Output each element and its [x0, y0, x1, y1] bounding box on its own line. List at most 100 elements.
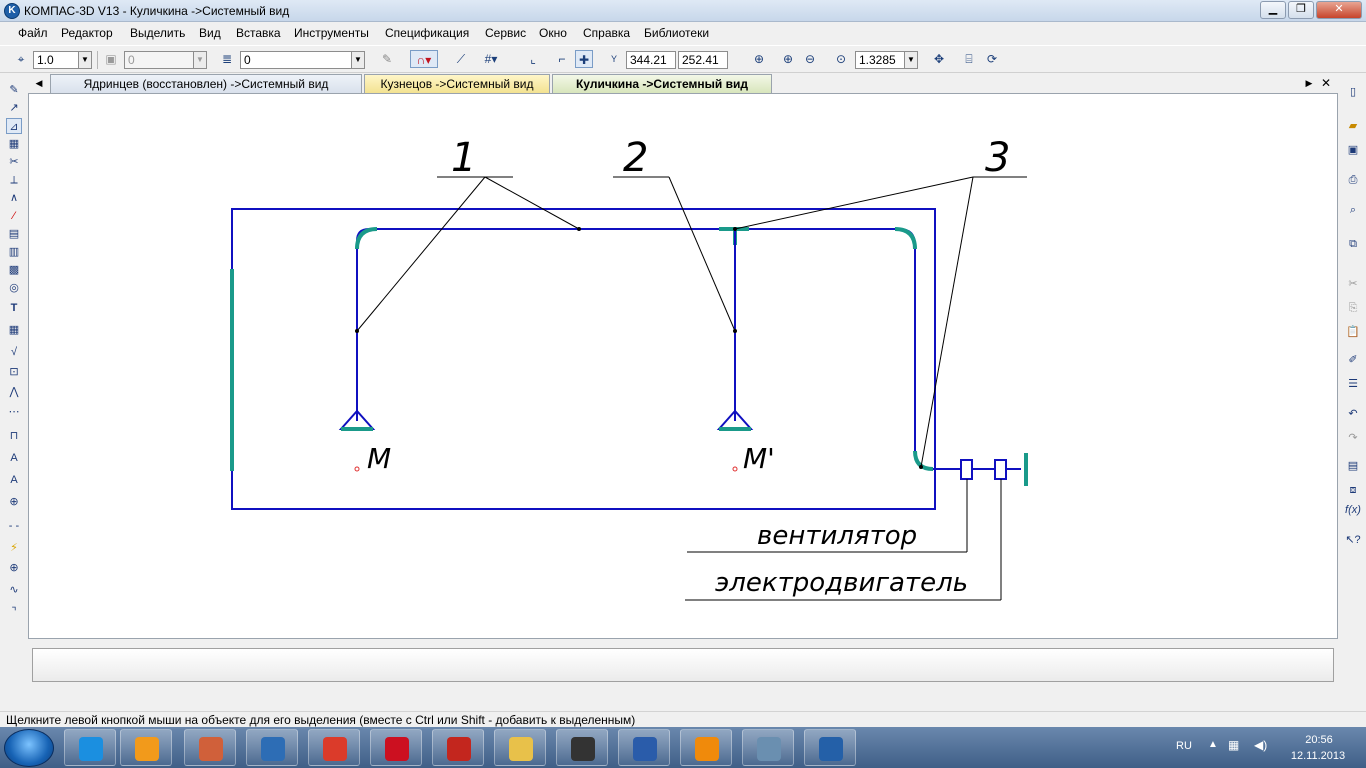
- menu-select[interactable]: Выделить: [130, 26, 185, 40]
- taskbar-calculator[interactable]: [742, 729, 794, 766]
- snap-toggle-button[interactable]: ✚: [575, 50, 593, 68]
- volume-icon[interactable]: ◀): [1254, 738, 1267, 752]
- tab-close-icon[interactable]: ✕: [1318, 74, 1334, 93]
- variables-icon[interactable]: ⧈: [1345, 482, 1361, 498]
- view-arrow-icon[interactable]: A: [6, 450, 22, 466]
- tolerance-icon[interactable]: ⋯: [6, 404, 22, 420]
- menu-service[interactable]: Сервис: [485, 26, 526, 40]
- minimize-button[interactable]: ▁: [1260, 1, 1286, 19]
- axis-icon[interactable]: A: [6, 472, 22, 488]
- menu-insert[interactable]: Вставка: [236, 26, 281, 40]
- cut-icon[interactable]: ✂: [1345, 276, 1361, 292]
- taskbar-explorer[interactable]: [494, 729, 546, 766]
- clock-time[interactable]: 20:56: [1290, 734, 1348, 746]
- print-icon[interactable]: ⎙: [1345, 172, 1361, 188]
- layer-icon[interactable]: ▣: [102, 50, 120, 68]
- snap-icon[interactable]: ⌖: [12, 50, 30, 68]
- text-icon[interactable]: T: [6, 300, 22, 316]
- tab-scroll-right-icon[interactable]: ▶: [1302, 74, 1316, 93]
- zoom-in-icon[interactable]: ⊕: [779, 50, 797, 68]
- magnet-snap-button[interactable]: ∩▾: [410, 50, 438, 68]
- language-indicator[interactable]: RU: [1176, 740, 1192, 752]
- refresh-view-icon[interactable]: ⌸: [960, 50, 978, 68]
- preview-icon[interactable]: ⌕: [1345, 202, 1361, 218]
- menu-file[interactable]: Файл: [18, 26, 48, 40]
- taskbar-media[interactable]: [120, 729, 172, 766]
- taskbar-vlc[interactable]: [680, 729, 732, 766]
- menu-view[interactable]: Вид: [199, 26, 221, 40]
- function-icon[interactable]: f(x): [1345, 502, 1361, 518]
- tab-yadrintsev[interactable]: Ядринцев (восстановлен) ->Системный вид: [50, 74, 362, 93]
- base-icon[interactable]: ⊡: [6, 364, 22, 380]
- parametrization-icon[interactable]: ⟂: [6, 172, 22, 188]
- local-cs-icon[interactable]: ⌞: [524, 50, 542, 68]
- undo-icon[interactable]: ↶: [1345, 406, 1361, 422]
- position-icon[interactable]: ⊕: [6, 494, 22, 510]
- hatch-icon[interactable]: - -: [6, 518, 22, 534]
- wave-line-icon[interactable]: ∿: [6, 582, 22, 598]
- line-width-dropdown[interactable]: ▼: [78, 51, 92, 69]
- redo-icon[interactable]: ↷: [1345, 430, 1361, 446]
- break-line-icon[interactable]: ⌝: [6, 604, 22, 620]
- grid-tool-icon[interactable]: ▦: [6, 136, 22, 152]
- tab-scroll-left-icon[interactable]: ◀: [32, 74, 46, 93]
- cut-line-icon[interactable]: ⊓: [6, 428, 22, 444]
- drawing-canvas[interactable]: 1 2 3 М М' вентилятор электродвигатель: [28, 93, 1338, 639]
- taskbar-pdf[interactable]: [432, 729, 484, 766]
- help-pointer-icon[interactable]: ↖?: [1345, 532, 1361, 548]
- line-width-field[interactable]: 1.0: [33, 51, 79, 69]
- style-field[interactable]: 0: [240, 51, 352, 69]
- new-document-icon[interactable]: ▯: [1345, 84, 1361, 100]
- lightning-icon[interactable]: ⚡: [6, 540, 22, 556]
- library-icon[interactable]: ◎: [6, 280, 22, 296]
- menu-libraries[interactable]: Библиотеки: [644, 26, 709, 40]
- zoom-dropdown[interactable]: ▼: [904, 51, 918, 69]
- taskbar-opera[interactable]: [370, 729, 422, 766]
- zoom-out-icon[interactable]: ⊖: [801, 50, 819, 68]
- point-icon[interactable]: ↗: [6, 100, 22, 116]
- grid-icon[interactable]: #▾: [482, 50, 500, 68]
- close-button[interactable]: ✕: [1316, 1, 1362, 19]
- ortho-mode-icon[interactable]: ⌐: [553, 50, 571, 68]
- taskbar-word[interactable]: [618, 729, 670, 766]
- kompas-app-icon[interactable]: K: [4, 3, 20, 19]
- menu-specification[interactable]: Спецификация: [385, 26, 469, 40]
- selection-icon[interactable]: ⁄: [6, 208, 22, 224]
- maximize-button[interactable]: ❐: [1288, 1, 1314, 19]
- taskbar-chrome[interactable]: [308, 729, 360, 766]
- clock-date[interactable]: 12.11.2013: [1286, 750, 1350, 762]
- tab-kulichkina[interactable]: Куличкина ->Системный вид: [552, 74, 772, 93]
- coord-y-field[interactable]: 252.41: [678, 51, 728, 69]
- taskbar-kompas[interactable]: [804, 729, 856, 766]
- taskbar-hp[interactable]: [246, 729, 298, 766]
- pan-icon[interactable]: ✥: [930, 50, 948, 68]
- menu-help[interactable]: Справка: [583, 26, 630, 40]
- roughness-icon[interactable]: √: [6, 344, 22, 360]
- layer-dropdown[interactable]: ▼: [193, 51, 207, 69]
- tab-kuznetsov[interactable]: Кузнецов ->Системный вид: [364, 74, 550, 93]
- taskbar-presentation[interactable]: [184, 729, 236, 766]
- report-icon[interactable]: ▩: [6, 262, 22, 278]
- zoom-scale-icon[interactable]: ⊙: [832, 50, 850, 68]
- measure-icon[interactable]: ∧: [6, 190, 22, 206]
- center-mark-icon[interactable]: ⊕: [6, 560, 22, 576]
- table-icon[interactable]: ▦: [6, 322, 22, 338]
- copy-icon[interactable]: ⎘: [1345, 300, 1361, 316]
- dimensions-icon[interactable]: ⊿: [6, 118, 22, 134]
- paste-icon[interactable]: 📋: [1345, 324, 1361, 340]
- zoom-window-icon[interactable]: ⊕: [750, 50, 768, 68]
- properties-icon[interactable]: ✎: [378, 50, 396, 68]
- redraw-icon[interactable]: ⟳: [983, 50, 1001, 68]
- open-folder-icon[interactable]: ▰: [1345, 118, 1361, 134]
- manager-icon[interactable]: ⧉: [1345, 236, 1361, 252]
- layers-icon[interactable]: ▤: [1345, 458, 1361, 474]
- menu-window[interactable]: Окно: [539, 26, 567, 40]
- edit-tool-icon[interactable]: ✂: [6, 154, 22, 170]
- coord-x-field[interactable]: 344.21: [626, 51, 676, 69]
- taskbar-guitar-pro[interactable]: [556, 729, 608, 766]
- ortho-icon[interactable]: ⟋: [452, 50, 470, 68]
- zoom-field[interactable]: 1.3285: [855, 51, 905, 69]
- save-icon[interactable]: ▣: [1345, 142, 1361, 158]
- leader-icon[interactable]: ⋀: [6, 384, 22, 400]
- style-dropdown[interactable]: ▼: [351, 51, 365, 69]
